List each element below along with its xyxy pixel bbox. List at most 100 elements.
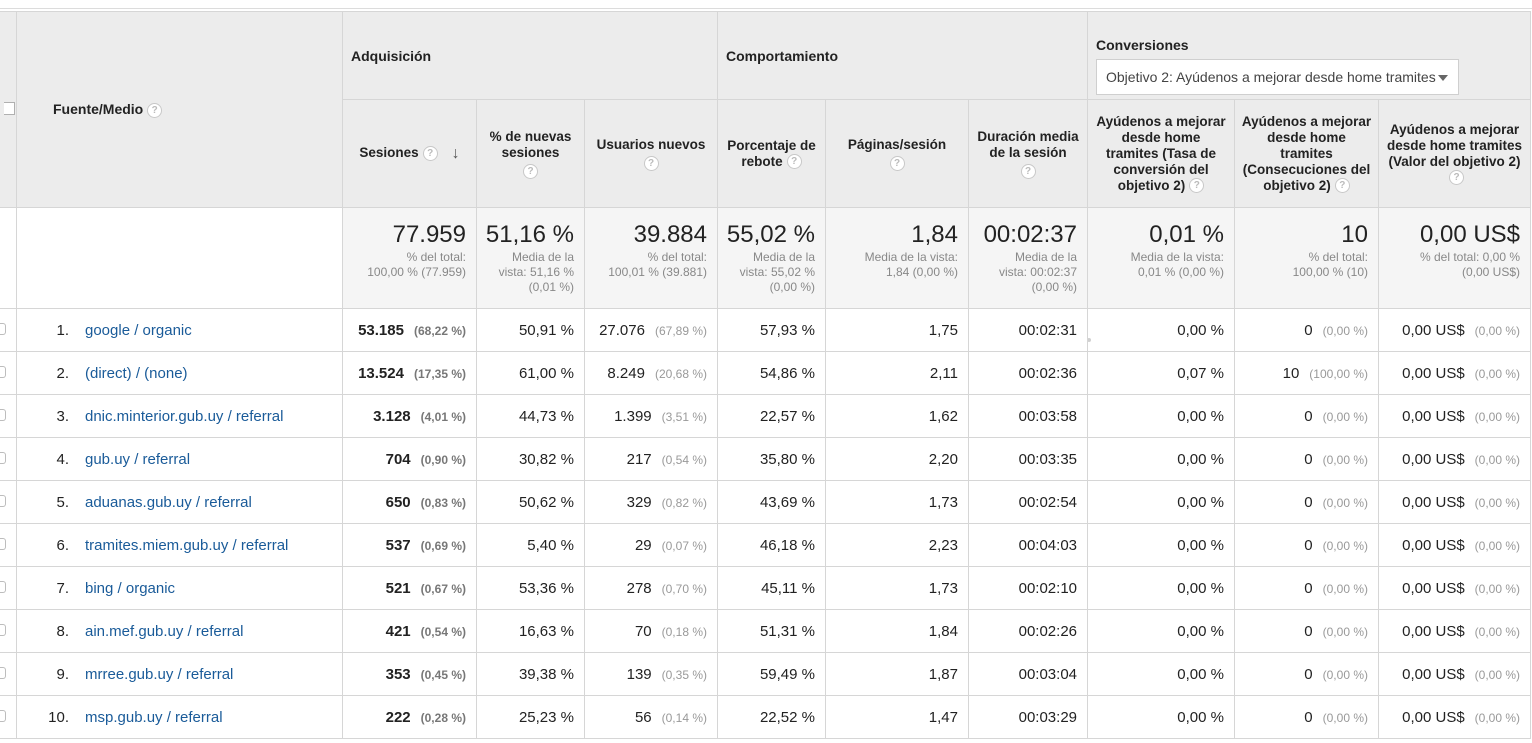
goal-value-value: 0,00 US$ [1402,321,1465,339]
source-medium-link[interactable]: dnic.minterior.gub.uy / referral [85,408,283,425]
source-medium-link[interactable]: msp.gub.uy / referral [85,709,223,726]
table-row: 3. dnic.minterior.gub.uy / referral 3.128 (… [0,394,1532,438]
help-icon[interactable]: ? [422,146,438,162]
sort-down-icon[interactable]: ↓ [452,145,460,162]
table-row: 6. tramites.miem.gub.uy / referral 537 (0,6… [0,523,1532,567]
cell-bounce-rate: 43,69 % [717,480,826,524]
row-checkbox-cell[interactable] [0,394,17,438]
cell-new-users: 8.249 (20,68 %) [584,351,718,395]
select-all-checkbox[interactable] [4,101,15,115]
total-sub: (0,01 %) [528,280,574,294]
col-avg-duration[interactable]: Duración media de la sesión? [968,99,1088,208]
total-value: 1,84 [911,221,958,248]
goal-completions-pct: (0,00 %) [1322,452,1368,467]
col-bounce-rate-label: Porcentaje de rebote [727,137,816,169]
help-icon[interactable]: ? [523,163,538,179]
goal-completions-value: 0 [1304,493,1313,511]
help-icon[interactable]: ? [889,155,905,171]
row-checkbox-cell[interactable] [0,652,17,696]
total-goal-rate: 0,01 % Media de la vista: 0,01 % (0,00 %) [1087,207,1235,309]
row-checkbox-cell[interactable] [0,480,17,524]
row-checkbox-cell[interactable] [0,695,17,739]
goal-completions-value: 10 [1282,364,1300,382]
source-medium-link[interactable]: mrree.gub.uy / referral [85,666,233,683]
row-checkbox-cell[interactable] [0,523,17,567]
cell-avg-duration: 00:02:31 [968,308,1088,352]
help-icon[interactable]: ? [1189,178,1205,194]
cell-goal-rate: 0,07 % [1087,351,1235,395]
row-index: 5. [56,493,69,511]
goal-completions-value: 0 [1304,622,1313,640]
total-sub: Media de la vista: [864,250,958,264]
row-checkbox[interactable] [0,666,6,679]
cell-avg-duration: 00:04:03 [968,523,1088,567]
cell-goal-completions: 0 (0,00 %) [1234,609,1379,653]
cell-bounce-rate: 22,52 % [717,695,826,739]
group-behavior: Comportamiento [717,11,1088,100]
source-medium-link[interactable]: ain.mef.gub.uy / referral [85,623,243,640]
total-value: 39.884 [633,221,707,248]
cell-goal-rate: 0,00 % [1087,308,1235,352]
totals-check-cell [0,207,17,309]
col-pages-per-session[interactable]: Páginas/sesión? [825,99,969,208]
col-bounce-rate[interactable]: Porcentaje de rebote? [717,99,826,208]
help-icon[interactable]: ? [1020,163,1036,179]
help-icon[interactable]: ? [1334,178,1350,194]
help-icon[interactable]: ? [786,154,802,170]
col-goal-rate[interactable]: Ayúdenos a mejorar desde home tramites (… [1087,99,1235,208]
col-sessions-label: Sesiones [359,145,419,161]
row-checkbox[interactable] [0,451,6,464]
total-value: 0,00 US$ [1419,221,1521,248]
table-row: 10. msp.gub.uy / referral 222 (0,28 %) 25,23… [0,695,1532,739]
goal-completions-value: 0 [1304,450,1313,468]
row-index: 10. [48,708,69,726]
row-index: 8. [56,622,69,640]
row-checkbox[interactable] [0,623,6,636]
col-new-users[interactable]: Usuarios nuevos? [584,99,718,208]
cell-goal-rate: 0,00 % [1087,566,1235,610]
row-index: 1. [56,321,69,339]
cell-pages-per-session: 1,75 [825,308,969,352]
row-checkbox[interactable] [0,537,6,550]
cell-sessions: 650 (0,83 %) [342,480,477,524]
new-users-value: 139 [626,665,652,683]
help-icon[interactable]: ? [643,155,659,171]
source-medium-link[interactable]: (direct) / (none) [85,365,188,382]
row-checkbox-cell[interactable] [0,437,17,481]
row-checkbox[interactable] [0,408,6,421]
goal-value-value: 0,00 US$ [1402,708,1465,726]
dimension-header[interactable]: Fuente/Medio? [16,11,343,208]
total-sub: 100,01 % (39.881) [608,265,707,279]
row-checkbox[interactable] [0,709,6,722]
col-new-sessions-pct[interactable]: % de nuevas sesiones? [476,99,585,208]
row-checkbox-cell[interactable] [0,609,17,653]
col-goal-value[interactable]: Ayúdenos a mejorar desde home tramites (… [1377,99,1532,208]
goal-completions-pct: (100,00 %) [1309,366,1368,381]
row-checkbox-cell[interactable] [0,566,17,610]
sessions-pct: (0,69 %) [420,538,466,553]
row-checkbox-cell[interactable] [0,351,17,395]
cell-new-users: 70 (0,18 %) [584,609,718,653]
source-medium-link[interactable]: gub.uy / referral [85,451,190,468]
source-medium-link[interactable]: bing / organic [85,580,175,597]
row-checkbox[interactable] [0,580,6,593]
row-checkbox[interactable] [0,365,6,378]
row-checkbox-cell[interactable] [0,308,17,352]
row-checkbox[interactable] [0,322,6,335]
cell-new-users: 27.076 (67,89 %) [584,308,718,352]
source-medium-link[interactable]: tramites.miem.gub.uy / referral [85,537,288,554]
total-value: 77.959 [392,221,466,248]
goal-select[interactable]: Objetivo 2: Ayúdenos a mejorar desde hom… [1096,59,1459,95]
source-medium-link[interactable]: aduanas.gub.uy / referral [85,494,252,511]
new-users-value: 278 [626,579,652,597]
col-sessions[interactable]: Sesiones? ↓ [342,99,477,208]
row-checkbox[interactable] [0,494,6,507]
help-icon[interactable]: ? [147,102,163,118]
col-pages-per-session-label: Páginas/sesión [847,136,947,152]
col-goal-completions[interactable]: Ayúdenos a mejorar desde home tramites (… [1234,99,1379,208]
cell-pages-per-session: 1,73 [825,566,969,610]
help-icon[interactable]: ? [1449,170,1465,186]
source-medium-link[interactable]: google / organic [85,322,192,339]
select-all-cell[interactable] [0,11,17,208]
goal-value-pct: (0,00 %) [1474,409,1521,424]
